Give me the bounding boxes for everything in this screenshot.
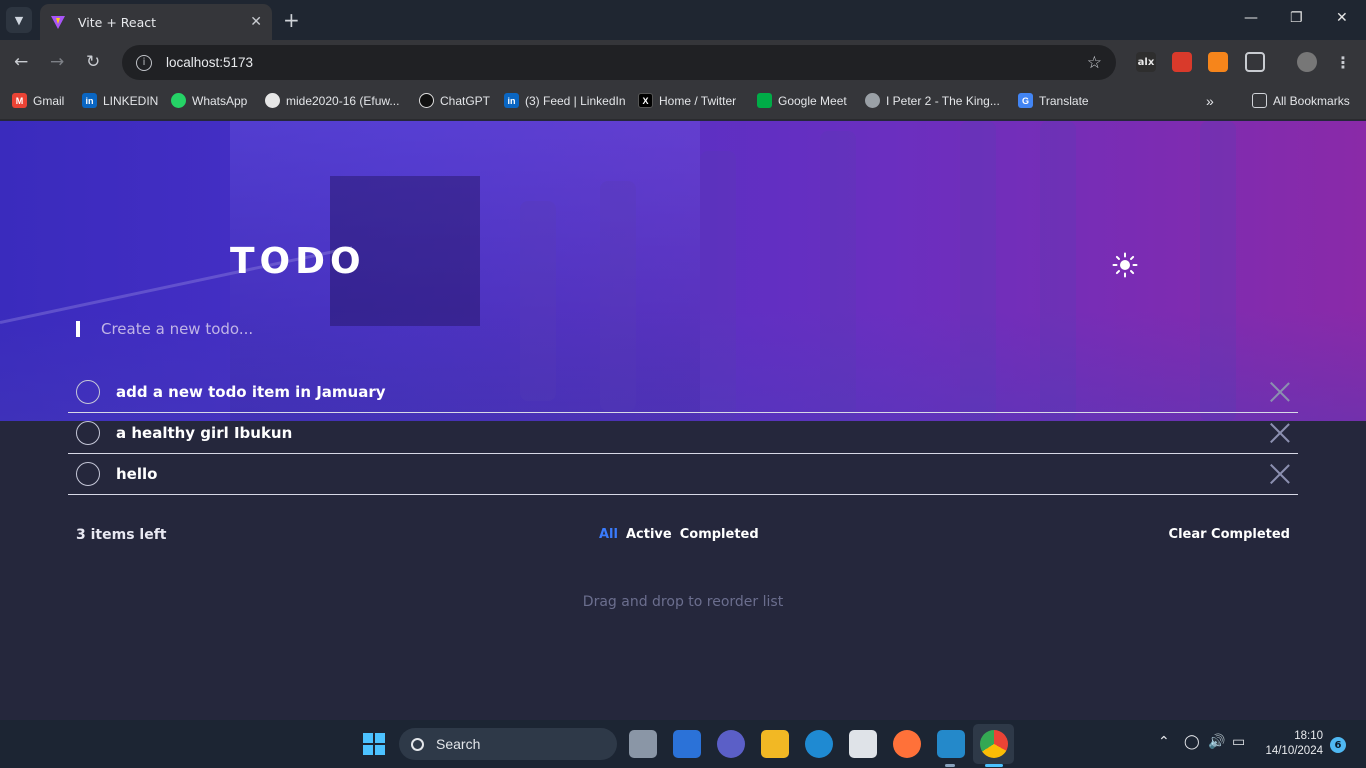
tab-title: Vite + React <box>78 14 157 30</box>
google-meet-icon <box>757 93 772 108</box>
windows-taskbar: Search ⌃ ◯ 🔊 ▭ 18:10 14/10/2024 6 <box>0 720 1366 768</box>
bookmark-github[interactable]: mide2020-16 (Efuw... <box>265 93 399 108</box>
back-icon[interactable]: ← <box>14 52 28 72</box>
todo-text: add a new todo item in Jamuary <box>116 383 386 401</box>
red-extension-icon[interactable] <box>1172 52 1192 72</box>
bookmark-linkedin[interactable]: in LINKEDIN <box>82 93 158 108</box>
todo-footer: 3 items left All Active Completed Clear … <box>68 521 1298 549</box>
sun-icon <box>1112 252 1138 278</box>
todo-app-page: TODO add a new todo item in Jamuary a he… <box>0 121 1366 720</box>
globe-icon <box>865 93 880 108</box>
battery-icon[interactable]: ▭ <box>1232 734 1245 750</box>
search-icon <box>411 737 424 751</box>
todo-text: hello <box>116 465 158 483</box>
bookmark-translate[interactable]: G Translate <box>1018 93 1089 108</box>
todo-checkbox[interactable] <box>76 421 100 445</box>
whatsapp-icon <box>171 93 186 108</box>
new-todo-input[interactable] <box>101 320 701 338</box>
bookmark-chatgpt[interactable]: ChatGPT <box>419 93 490 108</box>
minimize-icon[interactable]: — <box>1244 10 1258 26</box>
browser-tab-strip: ▼ Vite + React ✕ + — ❐ ✕ <box>0 0 1366 40</box>
drag-drop-hint: Drag and drop to reorder list <box>582 594 784 610</box>
bookmarks-overflow-icon[interactable]: » <box>1206 93 1214 109</box>
clear-completed-button[interactable]: Clear Completed <box>1169 527 1290 542</box>
network-icon[interactable]: ◯ <box>1184 734 1200 750</box>
tray-overflow-icon[interactable]: ⌃ <box>1158 734 1170 750</box>
clock-date: 14/10/2024 <box>1265 745 1323 757</box>
filter-completed[interactable]: Completed <box>680 527 759 542</box>
site-info-icon[interactable]: i <box>136 54 152 71</box>
windows-start-icon[interactable] <box>360 730 388 758</box>
microsoft-store-icon[interactable] <box>849 730 877 758</box>
app-title: TODO <box>230 241 366 282</box>
items-left-count: 3 items left <box>76 527 167 543</box>
bookmark-gmail[interactable]: M Gmail <box>12 93 64 108</box>
bookmarks-bar: M Gmail in LINKEDIN WhatsApp mide2020-16 (… <box>0 86 1366 120</box>
linkedin-icon: in <box>504 93 519 108</box>
bookmark-twitter[interactable]: X Home / Twitter <box>638 93 736 108</box>
vite-icon <box>51 16 65 29</box>
todo-item[interactable]: a healthy girl Ibukun <box>68 413 1298 454</box>
teams-chat-icon[interactable] <box>717 730 745 758</box>
new-todo-row <box>68 311 1298 347</box>
todo-item[interactable]: add a new todo item in Jamuary <box>68 372 1298 413</box>
taskbar-search[interactable]: Search <box>399 728 617 760</box>
more-menu-icon[interactable]: ⋮ <box>1333 52 1353 72</box>
bookmark-google-meet[interactable]: Google Meet <box>757 93 847 108</box>
delete-todo-icon[interactable] <box>1270 464 1290 484</box>
edge-icon[interactable] <box>805 730 833 758</box>
clock-time: 18:10 <box>1294 730 1323 742</box>
folder-icon <box>1252 93 1267 108</box>
tab-search-button[interactable]: ▼ <box>6 7 32 33</box>
google-translate-icon: G <box>1018 93 1033 108</box>
github-icon <box>265 93 280 108</box>
bookmark-star-icon[interactable]: ☆ <box>1087 53 1102 73</box>
delete-todo-icon[interactable] <box>1270 423 1290 443</box>
browser-toolbar: ← → ↻ i localhost:5173 ☆ alx ⋮ <box>0 40 1366 86</box>
reload-icon[interactable]: ↻ <box>86 52 100 72</box>
firefox-icon[interactable] <box>893 730 921 758</box>
task-view-icon[interactable] <box>629 730 657 758</box>
volume-icon[interactable]: 🔊 <box>1208 734 1225 750</box>
delete-todo-icon[interactable] <box>1270 382 1290 402</box>
filter-all[interactable]: All <box>599 527 618 542</box>
input-caret <box>76 321 80 337</box>
todo-text: a healthy girl Ibukun <box>116 424 293 442</box>
linkedin-icon: in <box>82 93 97 108</box>
profile-avatar[interactable] <box>1297 52 1317 72</box>
theme-toggle-button[interactable] <box>1112 252 1138 278</box>
bookmark-linkedin-feed[interactable]: in (3) Feed | LinkedIn <box>504 93 626 108</box>
filter-active[interactable]: Active <box>626 527 672 542</box>
vscode-icon[interactable] <box>937 730 965 758</box>
todo-item[interactable]: hello <box>68 454 1298 495</box>
gmail-icon: M <box>12 93 27 108</box>
filter-group: All Active Completed <box>599 527 759 542</box>
x-twitter-icon: X <box>638 93 653 108</box>
bookmark-peter[interactable]: I Peter 2 - The King... <box>865 93 1000 108</box>
close-tab-icon[interactable]: ✕ <box>250 14 262 30</box>
url-text[interactable]: localhost:5173 <box>166 55 1087 70</box>
all-bookmarks-button[interactable]: All Bookmarks <box>1252 93 1350 108</box>
address-bar[interactable]: i localhost:5173 ☆ <box>122 45 1116 80</box>
widgets-icon[interactable] <box>673 730 701 758</box>
todo-list: add a new todo item in Jamuary a healthy… <box>68 372 1298 495</box>
new-tab-button[interactable]: + <box>283 9 300 31</box>
alx-extension-icon[interactable]: alx <box>1136 52 1156 72</box>
todo-checkbox[interactable] <box>76 380 100 404</box>
chatgpt-icon <box>419 93 434 108</box>
bookmark-whatsapp[interactable]: WhatsApp <box>171 93 247 108</box>
browser-tab-active[interactable]: Vite + React ✕ <box>40 4 272 40</box>
vscode-running-indicator <box>945 764 955 767</box>
todo-checkbox[interactable] <box>76 462 100 486</box>
taskbar-clock[interactable]: 18:10 14/10/2024 <box>1255 729 1323 759</box>
chrome-running-indicator <box>985 764 1003 767</box>
file-explorer-icon[interactable] <box>761 730 789 758</box>
window-close-icon[interactable]: ✕ <box>1336 10 1348 26</box>
restore-icon[interactable]: ❐ <box>1290 10 1303 26</box>
notification-badge[interactable]: 6 <box>1330 737 1346 753</box>
extensions-puzzle-icon[interactable] <box>1245 52 1265 72</box>
metamask-icon[interactable] <box>1208 52 1228 72</box>
forward-icon[interactable]: → <box>50 52 64 72</box>
chrome-icon[interactable] <box>980 730 1008 758</box>
